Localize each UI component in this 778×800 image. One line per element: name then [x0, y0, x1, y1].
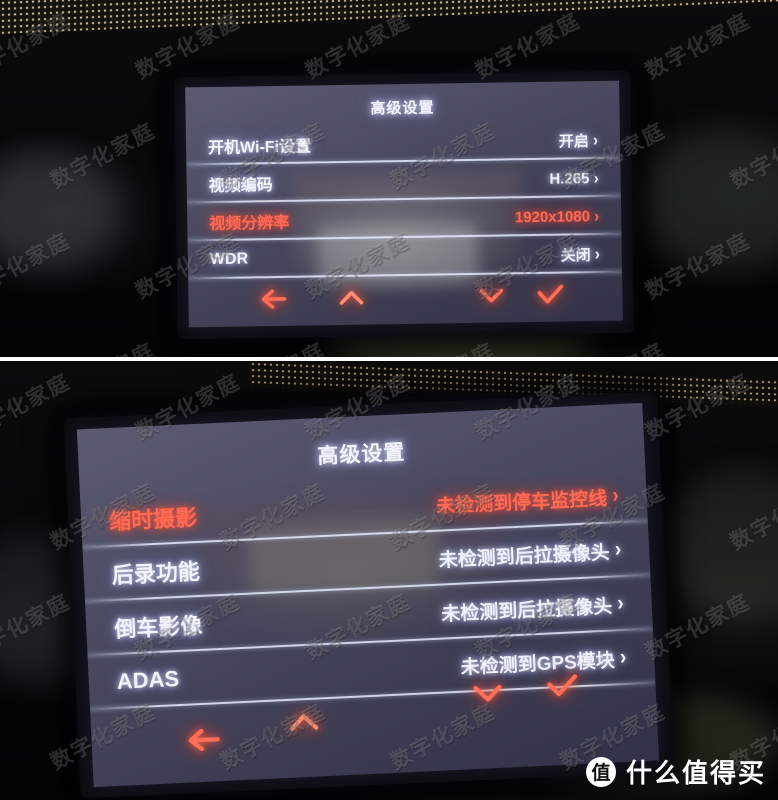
setting-label: ADAS: [116, 666, 180, 694]
softkey-down-button[interactable]: [471, 682, 504, 705]
screen-title: 高级设置: [316, 441, 406, 469]
setting-row-selected[interactable]: 视频分辨率 1920x1080 ›: [187, 201, 621, 238]
setting-label: 视频编码: [208, 177, 273, 196]
photo-bottom: 高级设置 缩时摄影 未检测到停车监控线 › 后录功能 未检测到后拉摄像头 › 倒…: [0, 361, 778, 800]
softkey-confirm-button[interactable]: [545, 672, 580, 700]
chevron-right-icon: ›: [614, 537, 622, 562]
setting-value-text: 未检测到后拉摄像头: [438, 542, 611, 572]
softkey-bar: [90, 674, 658, 766]
setting-value: 开启 ›: [559, 129, 599, 151]
chevron-right-icon: ›: [594, 206, 600, 226]
setting-value-text: H.265: [549, 169, 590, 188]
chevron-right-icon: ›: [593, 168, 599, 188]
softkey-up-button[interactable]: [287, 710, 320, 733]
smzdm-logo-icon: 值: [585, 756, 616, 787]
chevron-right-icon: ›: [594, 244, 600, 264]
photo-divider: [0, 357, 778, 361]
setting-label: 倒车影像: [113, 612, 203, 642]
setting-value-text: 未检测到停车监控线: [435, 488, 608, 518]
setting-label: 后录功能: [111, 558, 201, 589]
dashcam-screen-top: 高级设置 开机Wi-Fi设置 开启 › 视频编码 H.265 › 视频分辨率 1…: [185, 80, 623, 328]
softkey-back-button[interactable]: [260, 288, 287, 310]
setting-value-text: 1920x1080: [514, 207, 591, 226]
setting-label: 开机Wi-Fi设置: [207, 138, 312, 158]
setting-label: 缩时摄影: [108, 504, 198, 535]
setting-row[interactable]: 视频编码 H.265 ›: [186, 163, 620, 200]
softkey-down-button[interactable]: [478, 286, 504, 304]
setting-value: 关闭 ›: [560, 243, 600, 265]
softkey-bar: [188, 279, 623, 322]
chevron-right-icon: ›: [619, 645, 627, 670]
screen-title: 高级设置: [370, 99, 435, 118]
setting-value: 未检测到后拉摄像头 ›: [441, 590, 625, 626]
smzdm-logo-text: 什么值得买: [625, 758, 766, 788]
setting-value-text: 未检测到后拉摄像头: [440, 596, 613, 626]
photo-top: 高级设置 开机Wi-Fi设置 开启 › 视频编码 H.265 › 视频分辨率 1…: [0, 0, 778, 357]
chevron-right-icon: ›: [611, 483, 620, 508]
setting-row[interactable]: 开机Wi-Fi设置 开启 ›: [186, 125, 620, 162]
setting-value-text: 开启: [558, 132, 589, 151]
softkey-up-button[interactable]: [338, 289, 364, 307]
setting-label: 视频分辨率: [209, 214, 290, 234]
softkey-confirm-button[interactable]: [536, 283, 564, 305]
chevron-right-icon: ›: [592, 130, 599, 150]
setting-row[interactable]: WDR 关闭 ›: [188, 239, 622, 276]
setting-value: H.265 ›: [549, 168, 599, 188]
setting-value: 未检测到GPS模块 ›: [460, 644, 627, 679]
softkey-back-button[interactable]: [186, 725, 221, 755]
setting-value-text: 关闭: [560, 246, 591, 265]
dashcam-screen-bottom: 高级设置 缩时摄影 未检测到停车监控线 › 后录功能 未检测到后拉摄像头 › 倒…: [76, 402, 660, 788]
setting-value: 未检测到停车监控线 ›: [436, 483, 620, 519]
setting-label: WDR: [209, 250, 249, 269]
setting-value: 未检测到后拉摄像头 ›: [438, 537, 622, 573]
setting-value-text: 未检测到GPS模块: [460, 649, 616, 679]
setting-value: 1920x1080 ›: [514, 206, 600, 226]
smzdm-watermark: 值 什么值得买: [585, 753, 766, 790]
chevron-right-icon: ›: [616, 591, 625, 616]
